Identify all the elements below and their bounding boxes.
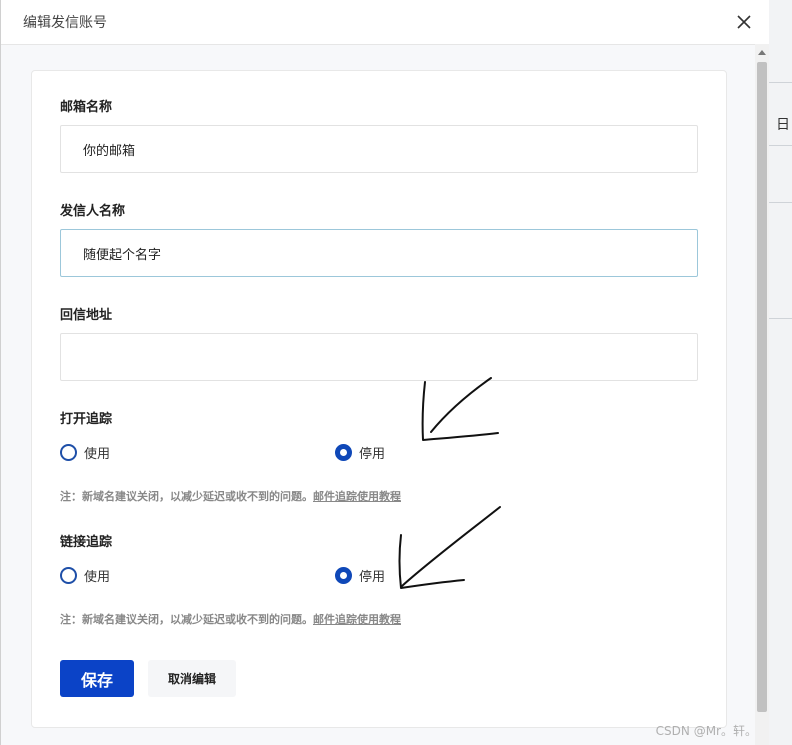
- open-tracking-disable-label: 停用: [359, 447, 386, 462]
- dialog-title: 编辑发信账号: [23, 15, 107, 31]
- open-tracking-tutorial-link[interactable]: 邮件追踪使用教程: [313, 490, 401, 503]
- background-divider: [768, 82, 792, 83]
- link-tracking-tutorial-link[interactable]: 邮件追踪使用教程: [313, 613, 401, 626]
- open-tracking-use-radio[interactable]: 使用: [60, 443, 110, 462]
- open-tracking-use-label: 使用: [84, 447, 111, 462]
- link-tracking-note: 注：新域名建议关闭，以减少延迟或收不到的问题。邮件追踪使用教程: [60, 611, 401, 627]
- open-tracking-disable-radio[interactable]: 停用: [335, 443, 385, 462]
- link-tracking-use-radio[interactable]: 使用: [60, 566, 110, 585]
- background-page: [768, 0, 792, 745]
- mailbox-name-label: 邮箱名称: [60, 100, 113, 115]
- open-tracking-note-text: 注：新域名建议关闭，以减少延迟或收不到的问题。: [60, 490, 313, 503]
- sender-name-label: 发信人名称: [60, 204, 126, 219]
- watermark: CSDN @Mr。轩。: [655, 724, 757, 738]
- edit-sender-dialog: 编辑发信账号 邮箱名称 你的邮箱 发信人名称 随便起个名字 回信地址 打开追踪 …: [0, 0, 769, 745]
- reply-address-input[interactable]: [60, 333, 698, 381]
- radio-unchecked-icon: [60, 567, 77, 584]
- reply-address-label: 回信地址: [60, 308, 113, 323]
- background-divider: [768, 202, 792, 203]
- form-card: 邮箱名称 你的邮箱 发信人名称 随便起个名字 回信地址 打开追踪 使用 停用 注…: [31, 70, 727, 728]
- link-tracking-radio-group: 使用 停用: [60, 566, 700, 588]
- dialog-header: 编辑发信账号: [1, 0, 769, 45]
- link-tracking-use-label: 使用: [84, 570, 111, 585]
- mailbox-name-input[interactable]: 你的邮箱: [60, 125, 698, 173]
- mailbox-name-value: 你的邮箱: [83, 143, 136, 159]
- sender-name-field: 发信人名称 随便起个名字: [60, 203, 698, 277]
- background-divider: [768, 145, 792, 146]
- link-tracking-note-text: 注：新域名建议关闭，以减少延迟或收不到的问题。: [60, 613, 313, 626]
- sender-name-value: 随便起个名字: [83, 247, 162, 263]
- mailbox-name-field: 邮箱名称 你的邮箱: [60, 99, 698, 173]
- link-tracking-label: 链接追踪: [60, 535, 113, 550]
- radio-unchecked-icon: [60, 444, 77, 461]
- link-tracking-disable-label: 停用: [359, 570, 386, 585]
- open-tracking-note: 注：新域名建议关闭，以减少延迟或收不到的问题。邮件追踪使用教程: [60, 488, 401, 504]
- link-tracking-disable-radio[interactable]: 停用: [335, 566, 385, 585]
- open-tracking-radio-group: 使用 停用: [60, 443, 700, 465]
- scroll-up-arrow-icon[interactable]: [755, 46, 769, 58]
- radio-checked-icon: [335, 567, 352, 584]
- background-divider: [768, 318, 792, 319]
- sender-name-input[interactable]: 随便起个名字: [60, 229, 698, 277]
- save-button[interactable]: 保存: [60, 660, 134, 697]
- background-partial-text: 日: [776, 117, 790, 133]
- reply-address-field: 回信地址: [60, 307, 698, 381]
- cancel-edit-button[interactable]: 取消编辑: [148, 660, 236, 697]
- close-icon[interactable]: [735, 13, 753, 31]
- radio-checked-icon: [335, 444, 352, 461]
- scrollbar-thumb[interactable]: [757, 62, 767, 712]
- open-tracking-label: 打开追踪: [60, 412, 113, 427]
